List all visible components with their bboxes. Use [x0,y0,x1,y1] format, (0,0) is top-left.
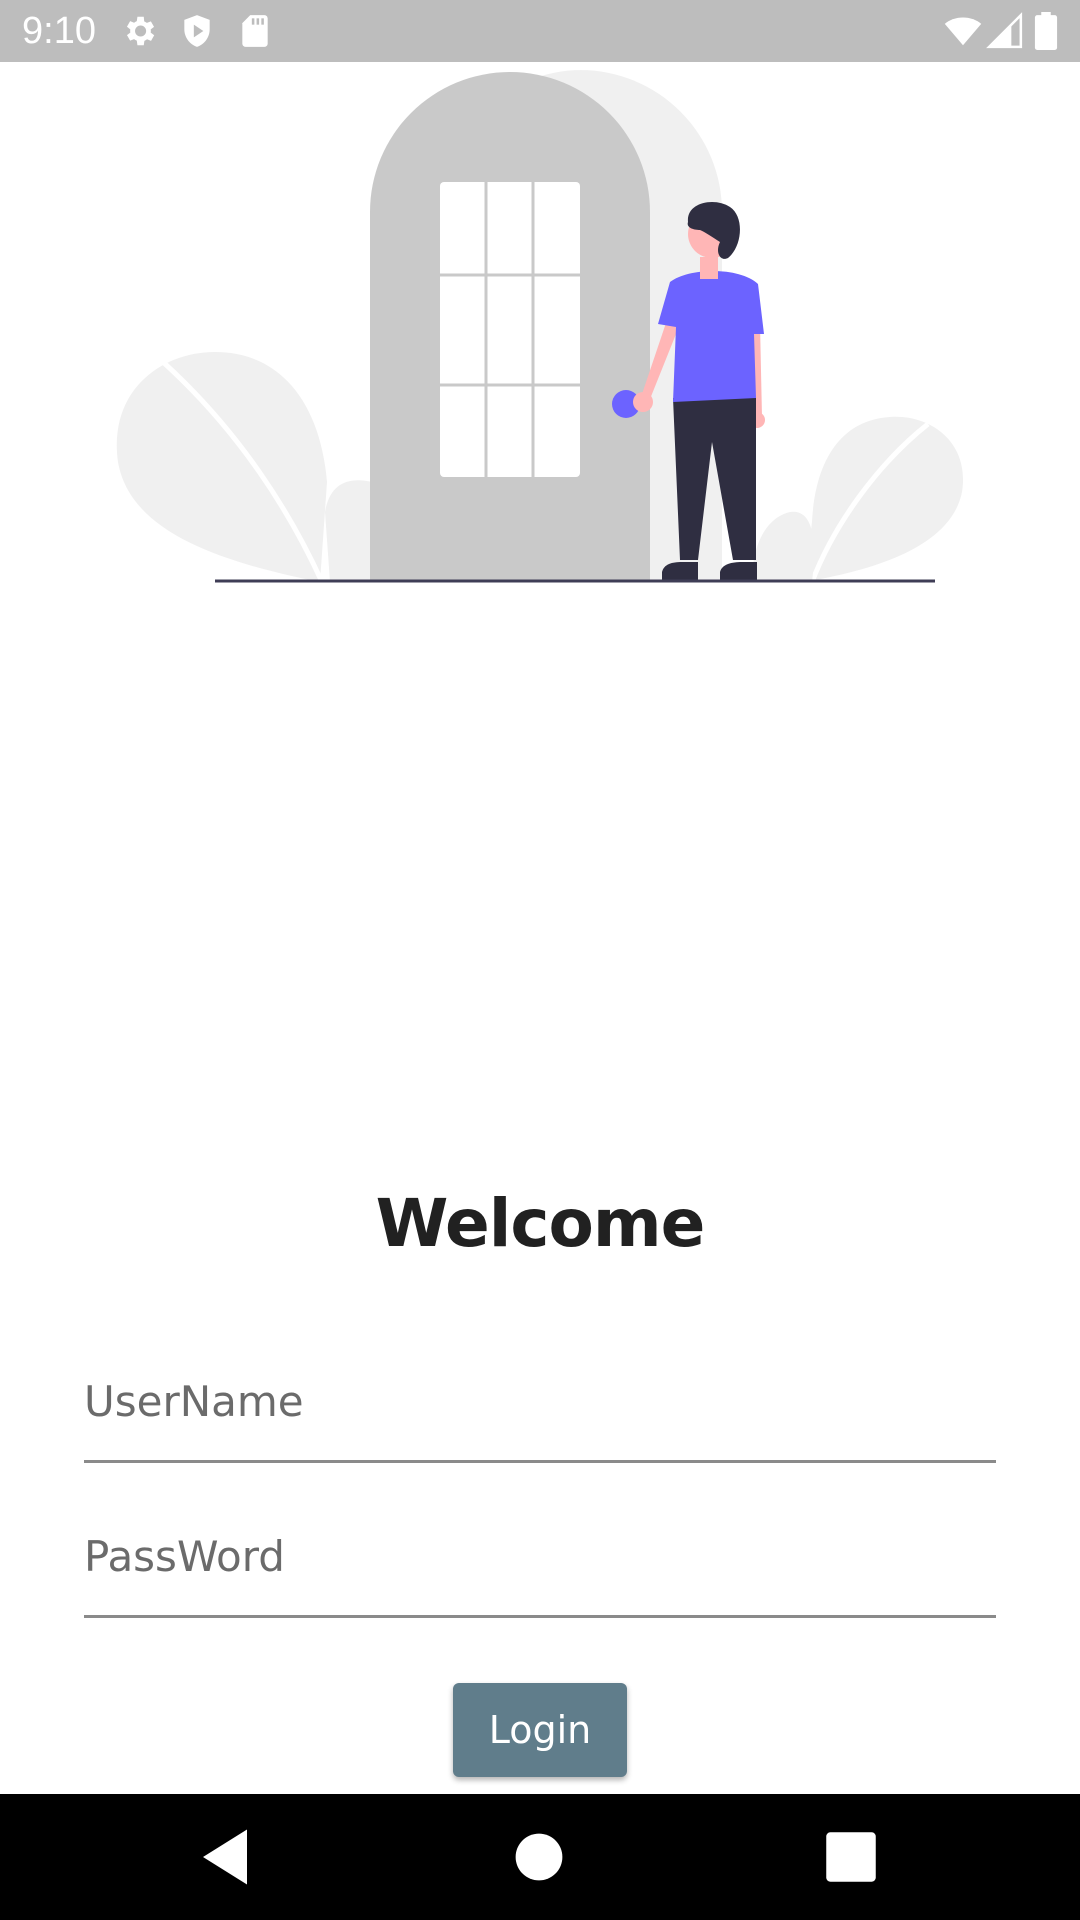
sd-card-icon [236,12,274,50]
status-time: 9:10 [22,10,96,52]
login-button[interactable]: Login [453,1683,627,1777]
username-input[interactable] [84,1377,996,1426]
home-icon[interactable] [506,1824,572,1890]
shield-icon [178,12,216,50]
small-right-leaf [752,511,814,582]
welcome-title: Welcome [375,1185,706,1262]
person-at-door-illustration [0,62,1080,602]
username-field-container [84,1360,996,1463]
gear-icon [120,12,158,50]
cell-signal-icon [986,12,1024,50]
navigation-bar [0,1794,1080,1920]
back-icon[interactable] [192,1824,258,1890]
right-leaf [805,416,964,582]
door-window [440,182,580,477]
illustration-svg [116,70,964,584]
login-screen: 9:10 Welcome UserName Login [0,0,1080,1920]
small-left-leaf [325,480,372,582]
wifi-icon [944,12,982,50]
battery-icon [1030,12,1062,50]
left-leaf [116,352,327,582]
status-bar: 9:10 [0,0,1080,62]
recents-icon[interactable] [818,1824,884,1890]
password-field-container [84,1515,996,1618]
password-input[interactable] [84,1532,996,1581]
